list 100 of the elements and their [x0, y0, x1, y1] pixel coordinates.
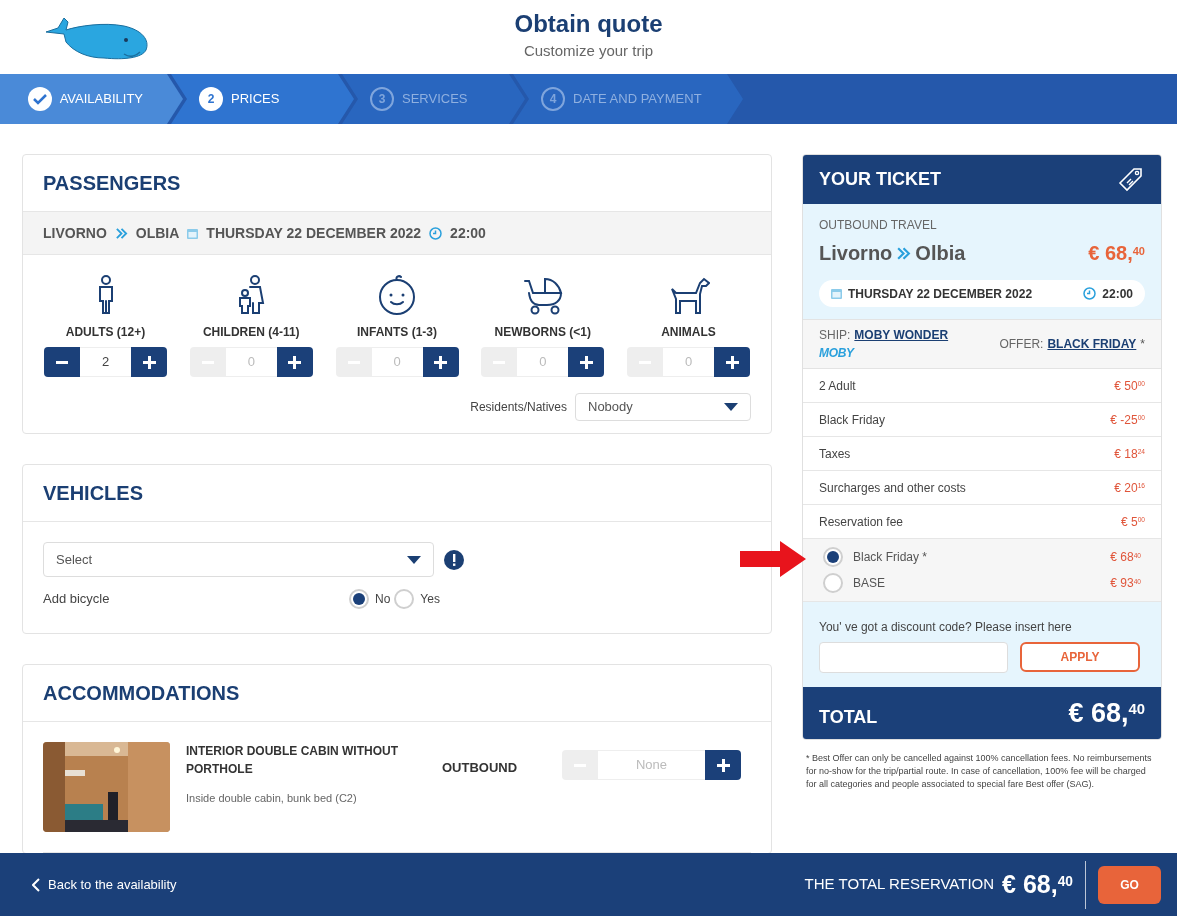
total-label: TOTAL	[819, 705, 878, 729]
fare-label: BASE	[853, 575, 885, 592]
step-label: PRICES	[231, 90, 280, 109]
route-time: 22:00	[450, 223, 486, 243]
arrow-icon	[740, 541, 806, 577]
go-button[interactable]: GO	[1098, 865, 1161, 904]
caret-icon	[724, 403, 738, 411]
radio-label: No	[375, 591, 391, 608]
reservation-total: € 68,$^{40}$	[1002, 868, 1074, 900]
fare-amount: € 93$^{40}$	[1110, 575, 1141, 592]
bicycle-label: Add bicycle	[43, 590, 111, 609]
plus-icon	[579, 355, 593, 369]
ship-link[interactable]: MOBY WONDER	[854, 326, 949, 344]
plus-button[interactable]	[276, 347, 313, 377]
route-destination: OLBIA	[135, 223, 180, 243]
minus-button[interactable]	[44, 347, 80, 377]
fare-note: * Best Offer can only be cancelled against 100% cancellation fees. No reimbursements for no-show for the trip/partial route. In case of cancellation, 100% fee will be charged for all categories and people associated to special fare Best offer (SAG).	[805, 752, 1153, 791]
ticket-time: 22:00	[1102, 285, 1133, 303]
plus-icon	[725, 355, 739, 369]
clock-icon	[429, 226, 443, 240]
plus-icon	[434, 355, 447, 369]
plus-icon	[716, 758, 730, 772]
fare-amount: € 68$^{40}$	[1110, 549, 1141, 566]
radio-label: Yes	[420, 591, 440, 608]
step-label: AVAILABILITY	[59, 90, 143, 109]
route-date: THURSDAY 22 DECEMBER 2022	[206, 223, 422, 243]
fare-label: Black Friday *	[853, 549, 928, 566]
asterisk: *	[1140, 336, 1145, 353]
count-field[interactable]: 0	[371, 347, 423, 377]
price-line-amount: € 20$^{16}$	[1114, 479, 1145, 497]
plus-button[interactable]	[714, 347, 750, 377]
reservation-total-label: THE TOTAL RESERVATION	[804, 874, 995, 895]
ticket-origin: Livorno	[819, 241, 893, 266]
price-line-amount: € 50$^{00}$	[1114, 377, 1145, 395]
step-number: 2	[199, 87, 223, 111]
step-tab[interactable]: 3 SERVICES	[342, 74, 525, 124]
plus-icon	[288, 355, 302, 369]
ticket-destination: Olbia	[915, 241, 966, 266]
check-icon	[32, 93, 47, 105]
price-line-label: Surcharges and other costs	[819, 479, 966, 497]
step-tab[interactable]: 2 PRICES	[171, 74, 354, 124]
passenger-label: CHILDREN (4-11)	[202, 324, 300, 341]
calendar-icon	[187, 227, 199, 239]
cabin-description: Inside double cabin, bunk bed (C2)	[186, 791, 358, 806]
price-line-amount: € 18$^{24}$	[1114, 445, 1145, 463]
count-field[interactable]: 0	[517, 347, 569, 377]
passenger-label: ADULTS (12+)	[65, 324, 146, 341]
passenger-label: ANIMALS	[661, 324, 716, 341]
passenger-label: INFANTS (1-3)	[357, 324, 437, 341]
count-field[interactable]: 0	[225, 347, 277, 377]
radio-button[interactable]	[823, 573, 843, 593]
passenger-label: NEWBORNS (<1)	[494, 324, 591, 341]
parent-and-child-icon	[236, 275, 267, 315]
calendar-icon	[831, 288, 842, 299]
price-line-label: Taxes	[819, 445, 851, 463]
ticket-price: € 68,$^{40}$	[1088, 241, 1145, 266]
plus-button[interactable]	[131, 347, 167, 377]
plus-icon	[142, 355, 156, 369]
section-title: PASSENGERS	[43, 171, 181, 196]
residents-label: Residents/Natives	[470, 399, 567, 416]
plus-button[interactable]	[568, 347, 605, 377]
step-tab[interactable]: AVAILABILITY	[0, 74, 183, 124]
clock-icon	[1083, 287, 1097, 300]
offer-link[interactable]: BLACK FRIDAY	[1047, 335, 1137, 353]
vehicle-dropdown[interactable]: Select	[43, 542, 434, 577]
direction-label: OUTBOUND	[442, 759, 519, 777]
plus-button[interactable]	[705, 750, 741, 780]
step-number: 4	[541, 87, 565, 111]
step-number: 3	[370, 87, 394, 111]
count-field[interactable]: None	[598, 750, 705, 780]
route-origin: LIVORNO	[43, 223, 107, 243]
section-title: VEHICLES	[43, 481, 144, 506]
apply-button[interactable]: APPLY	[1020, 642, 1140, 672]
offer-label: OFFER:	[999, 336, 1044, 353]
price-line-amount: € -25$^{00}$	[1110, 411, 1145, 429]
step-label: SERVICES	[402, 90, 468, 109]
double-chevron-icon	[114, 226, 128, 240]
back-link[interactable]: Back to the availability	[32, 874, 177, 895]
discount-code-field[interactable]	[819, 642, 1008, 673]
baby-face-icon	[376, 275, 418, 315]
price-line-label: Reservation fee	[819, 513, 904, 531]
price-line-label: 2 Adult	[819, 377, 856, 395]
count-field[interactable]: 0	[663, 347, 714, 377]
plus-button[interactable]	[422, 347, 459, 377]
radio-button[interactable]	[394, 589, 415, 609]
chevron-left-icon	[32, 877, 40, 892]
ship-label: SHIP:	[819, 327, 851, 344]
step-label: DATE AND PAYMENT	[573, 90, 702, 109]
double-chevron-icon	[896, 245, 912, 261]
discount-label: You' ve got a discount code? Please insert here	[819, 619, 1073, 636]
count-field[interactable]: 2	[80, 347, 131, 377]
ticket-date: THURSDAY 22 DECEMBER 2022	[848, 285, 1033, 303]
minus-icon	[56, 360, 68, 364]
info-icon	[444, 549, 464, 570]
step-tab[interactable]: 4 DATE AND PAYMENT	[513, 74, 743, 124]
residents-dropdown[interactable]: Nobody	[575, 393, 751, 421]
radio-button[interactable]	[823, 547, 843, 567]
section-title: ACCOMMODATIONS	[43, 681, 240, 706]
radio-button[interactable]	[349, 589, 369, 609]
price-tag-icon	[1117, 165, 1145, 194]
